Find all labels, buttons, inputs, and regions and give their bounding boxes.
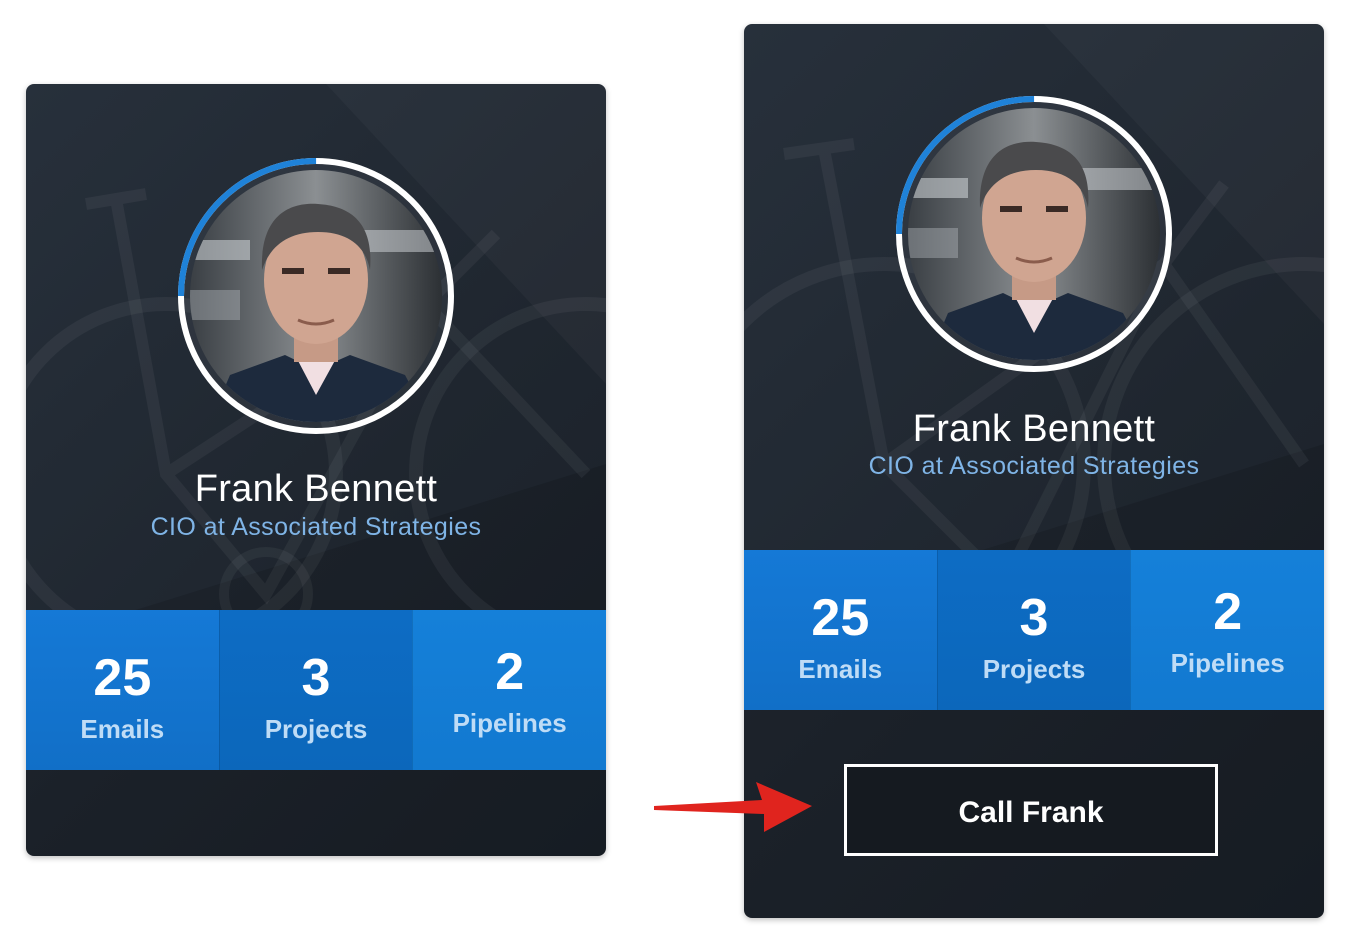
stat-pipelines[interactable]: 2 Pipelines [412,610,606,770]
avatar [190,170,442,422]
stat-projects[interactable]: 3 Projects [936,550,1131,710]
call-frank-button[interactable]: Call Frank [844,764,1218,856]
stat-label: Projects [982,654,1086,684]
stat-emails[interactable]: 25 Emails [744,550,937,710]
stat-label: Emails [798,654,883,684]
stat-emails[interactable]: 25 Emails [26,610,219,770]
stat-projects[interactable]: 3 Projects [218,610,413,770]
pointer-arrow-icon [654,782,812,832]
stat-value: 25 [811,589,870,647]
profile-name: Frank Bennett [194,468,438,510]
stat-value: 3 [301,649,331,707]
stat-label: Pipelines [1170,648,1285,678]
profile-card-compact: Frank Bennett CIO at Associated Strategi… [26,84,606,856]
stat-label: Projects [264,714,368,744]
stat-label: Pipelines [452,708,567,738]
profile-title: CIO at Associated Strategies [868,452,1200,480]
profile-title: CIO at Associated Strategies [150,513,482,541]
stat-value: 2 [1213,583,1243,641]
avatar-with-progress [176,156,456,436]
avatar [908,108,1160,360]
stat-value: 2 [495,643,525,701]
stat-label: Emails [80,714,165,744]
stats-bar: 25 Emails 3 Projects 2 Pipelines [744,550,1324,710]
stat-value: 25 [93,649,152,707]
stats-bar: 25 Emails 3 Projects 2 Pipelines [26,610,606,770]
stat-value: 3 [1019,589,1049,647]
profile-name: Frank Bennett [912,408,1156,450]
avatar-with-progress [894,94,1174,374]
profile-card-expanded: Frank Bennett CIO at Associated Strategi… [744,24,1324,918]
stat-pipelines[interactable]: 2 Pipelines [1130,550,1324,710]
